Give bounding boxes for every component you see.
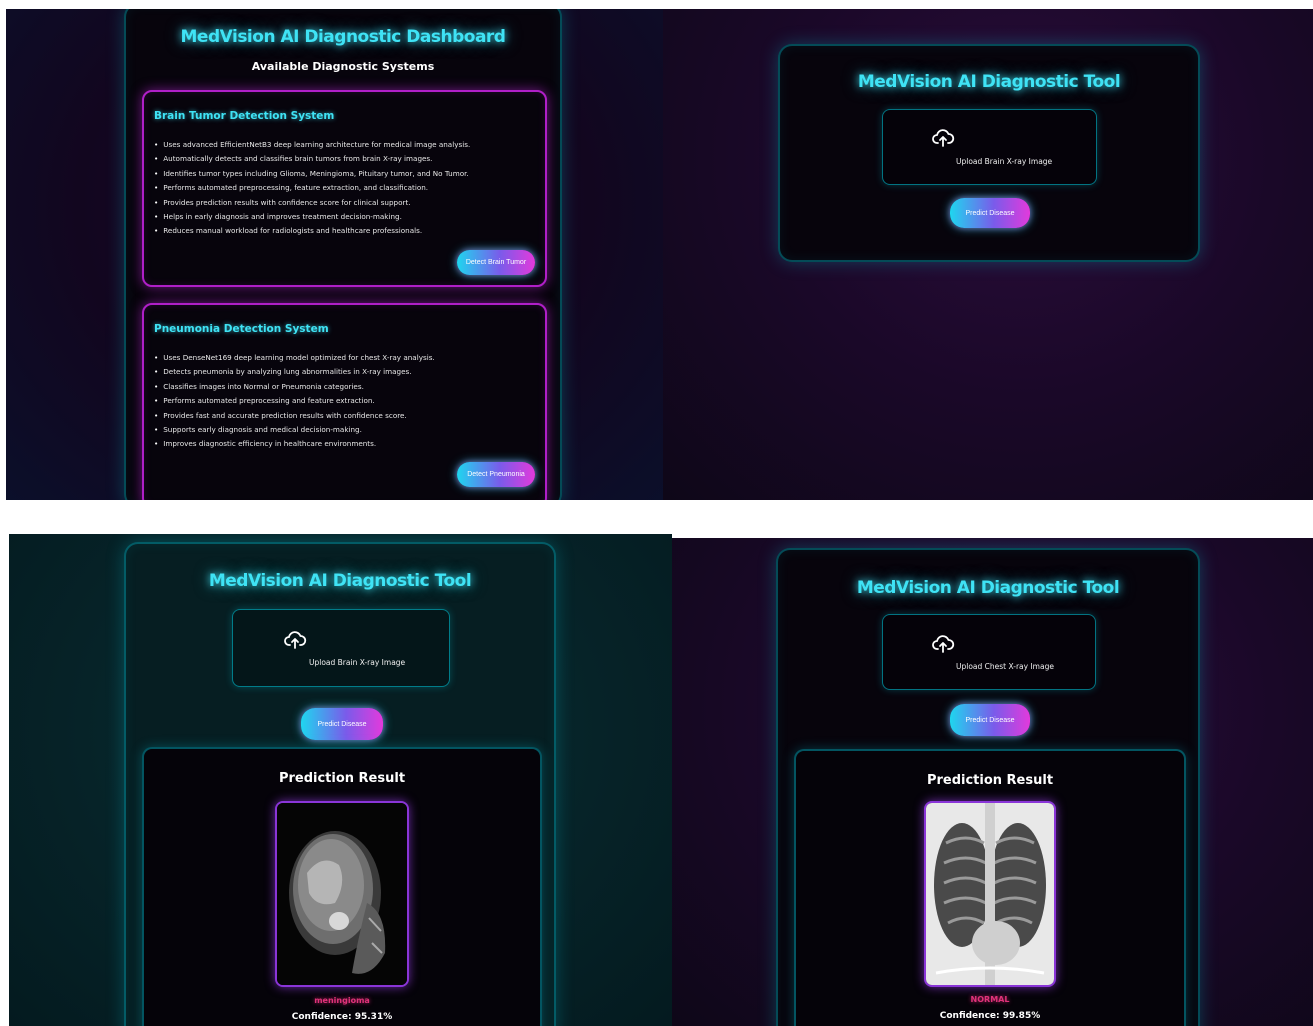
prediction-result-title: Prediction Result [278,771,406,786]
predict-disease-button[interactable]: Predict Disease [950,704,1030,736]
dashboard-container: MedVision AI Diagnostic Dashboard Availa… [124,9,562,500]
feature-item: Supports early diagnosis and medical dec… [154,423,435,437]
upload-tool-screen: MedVision AI Diagnostic Tool Upload Brai… [663,9,1313,500]
feature-item: Uses DenseNet169 deep learning model opt… [154,351,434,365]
feature-item: Provides fast and accurate prediction re… [154,409,435,423]
detect-brain-tumor-button[interactable]: Detect Brain Tumor [457,250,535,275]
pneumonia-feature-list: Uses DenseNet169 deep learning model opt… [154,351,435,452]
cloud-upload-icon [284,631,307,649]
feature-item: Identifies tumor types including Glioma,… [154,167,470,181]
prediction-result-panel: Prediction Result meningioma Confidence:… [142,747,542,1026]
upload-label: Upload Chest X-ray Image [956,662,1054,671]
feature-item: Performs automated preprocessing and fea… [154,394,435,408]
chest-xray-image [924,801,1056,987]
chest-xray-illustration [926,803,1054,985]
prediction-label: meningioma [314,996,370,1005]
brain-mri-illustration [277,803,407,985]
dashboard-title: MedVision AI Diagnostic Dashboard [180,27,506,47]
cloud-upload-icon [932,635,955,653]
feature-item: Uses advanced EfficientNetB3 deep learni… [154,138,470,152]
upload-dropzone[interactable]: Upload Brain X-ray Image [882,109,1097,185]
feature-item: Helps in early diagnosis and improves tr… [154,210,470,224]
tool-container: MedVision AI Diagnostic Tool Upload Ches… [776,548,1200,1026]
feature-item: Provides prediction results with confide… [154,196,470,210]
brain-xray-image [275,801,409,987]
feature-item: Reduces manual workload for radiologists… [154,224,470,238]
prediction-result-title: Prediction Result [926,773,1054,788]
upload-dropzone[interactable]: Upload Chest X-ray Image [882,614,1096,690]
confidence-score: Confidence: 99.85% [939,1011,1041,1021]
tool-title: MedVision AI Diagnostic Tool [857,72,1121,92]
feature-item: Classifies images into Normal or Pneumon… [154,380,435,394]
brain-result-screen: MedVision AI Diagnostic Tool Upload Brai… [9,534,672,1026]
upload-label: Upload Brain X-ray Image [309,658,406,667]
tool-title: MedVision AI Diagnostic Tool [856,578,1120,598]
tool-container: MedVision AI Diagnostic Tool Upload Brai… [124,542,556,1026]
feature-item: Automatically detects and classifies bra… [154,152,470,166]
feature-item: Performs automated preprocessing, featur… [154,181,470,195]
feature-item: Detects pneumonia by analyzing lung abno… [154,365,435,379]
dashboard-screen: MedVision AI Diagnostic Dashboard Availa… [6,9,663,500]
cloud-upload-icon [932,129,955,147]
upload-label: Upload Brain X-ray Image [956,157,1053,166]
prediction-label: NORMAL [970,995,1010,1004]
brain-tumor-card-title: Brain Tumor Detection System [154,110,335,122]
pneumonia-card-title: Pneumonia Detection System [154,323,329,335]
tool-container: MedVision AI Diagnostic Tool Upload Brai… [778,44,1200,262]
upload-dropzone[interactable]: Upload Brain X-ray Image [232,609,450,687]
predict-disease-button[interactable]: Predict Disease [950,198,1030,228]
dashboard-subtitle: Available Diagnostic Systems [251,60,435,73]
confidence-score: Confidence: 95.31% [291,1012,393,1022]
brain-tumor-card: Brain Tumor Detection System Uses advanc… [142,90,547,287]
predict-disease-button[interactable]: Predict Disease [301,708,383,740]
chest-result-screen: MedVision AI Diagnostic Tool Upload Ches… [672,538,1313,1026]
prediction-result-panel: Prediction Result NORMAL Confidence: 99.… [794,749,1186,1026]
detect-pneumonia-button[interactable]: Detect Pneumonia [457,462,535,487]
tool-title: MedVision AI Diagnostic Tool [208,571,472,591]
feature-item: Improves diagnostic efficiency in health… [154,437,435,451]
pneumonia-card: Pneumonia Detection System Uses DenseNet… [142,303,547,500]
brain-tumor-feature-list: Uses advanced EfficientNetB3 deep learni… [154,138,470,239]
